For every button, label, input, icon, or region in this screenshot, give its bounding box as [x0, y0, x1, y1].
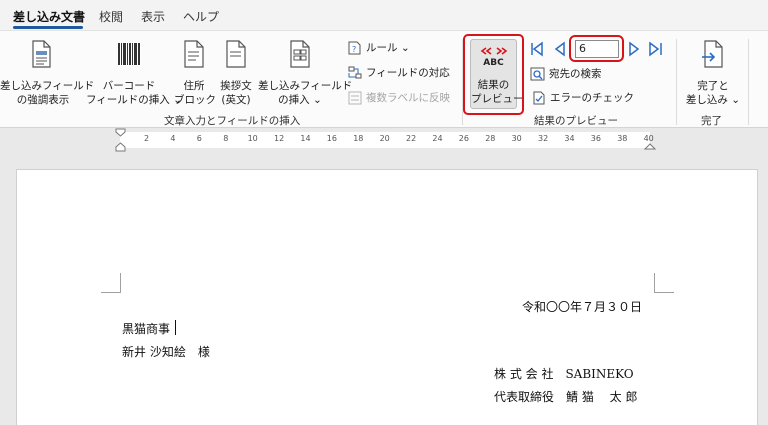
margin-corner-top-right	[654, 273, 674, 293]
ruler-number: 26	[458, 134, 469, 143]
document-page[interactable]: 令和〇〇年７月３０日 黒猫商事 新井 沙知絵 様 株 式 会 社 SABINEK…	[16, 169, 758, 425]
highlight-merge-fields-button[interactable]: 差し込みフィールド の強調表示	[0, 37, 95, 109]
previous-record-icon[interactable]	[553, 41, 567, 57]
finish-merge-icon	[702, 40, 723, 68]
rules-label: ルール ⌄	[366, 42, 410, 54]
greeting-line-label-1: 挨拶文	[220, 80, 252, 92]
next-record-icon[interactable]	[627, 41, 641, 57]
insert-merge-field-label-1: 差し込みフィールド	[258, 80, 353, 92]
address-block-button[interactable]: 住所 ブロック	[174, 37, 216, 109]
letter-date: 令和〇〇年７月３０日	[522, 300, 643, 314]
last-record-icon[interactable]	[648, 41, 664, 57]
tab-review[interactable]: 校閲	[99, 8, 123, 25]
check-errors-icon	[533, 91, 545, 105]
match-fields-icon	[348, 66, 362, 79]
margin-corner-top-left	[101, 273, 121, 293]
match-fields-button[interactable]: フィールドの対応	[348, 65, 458, 83]
update-labels-label: 複数ラベルに反映	[366, 92, 450, 104]
check-errors-label: エラーのチェック	[550, 92, 634, 104]
recipient-name-field: 新井 沙知絵 様	[122, 345, 210, 359]
insert-barcode-field-button[interactable]: バーコード フィールドの挿入 ⌄	[86, 37, 182, 109]
rules-icon: ?	[348, 41, 361, 55]
preview-highlight-outline	[463, 34, 524, 115]
indent-marker-icon[interactable]	[115, 128, 127, 152]
ribbon-tab-bar: 差し込み文書 校閲 表示 ヘルプ	[0, 0, 768, 30]
address-block-icon	[184, 40, 204, 68]
greeting-line-label-2: (英文)	[221, 94, 251, 106]
insert-merge-field-button[interactable]: 差し込みフィールド の挿入 ⌄	[258, 37, 353, 109]
find-recipient-label: 宛先の検索	[549, 68, 602, 80]
group-label-finish: 完了	[701, 115, 722, 127]
tab-view[interactable]: 表示	[141, 8, 165, 25]
insert-merge-field-label-2: の挿入 ⌄	[278, 94, 322, 106]
greeting-line-button[interactable]: 挨拶文 (英文)	[216, 37, 256, 109]
ruler-number: 14	[300, 134, 311, 143]
ruler-number: 30	[511, 134, 522, 143]
sender-name: 代表取締役 鯖 猫 太 郎	[494, 390, 638, 404]
finish-merge-label-1: 完了と	[697, 80, 729, 92]
group-label-preview: 結果のプレビュー	[534, 115, 618, 127]
group-separator	[748, 39, 749, 125]
group-separator	[676, 39, 677, 125]
update-labels-button: 複数ラベルに反映	[348, 90, 458, 108]
tab-help[interactable]: ヘルプ	[183, 8, 219, 25]
ruler-number: 40	[643, 134, 654, 143]
address-block-label-2: ブロック	[174, 94, 216, 106]
highlight-fields-icon	[32, 40, 51, 68]
sender-company: 株 式 会 社 SABINEKO	[494, 367, 634, 381]
ruler-number: 6	[196, 134, 202, 143]
ruler-number: 16	[326, 134, 337, 143]
find-recipient-icon	[530, 67, 545, 81]
barcode-label-1: バーコード	[102, 80, 156, 92]
ruler-number: 12	[274, 134, 285, 143]
record-highlight-outline	[569, 35, 624, 62]
ruler-number: 34	[564, 134, 575, 143]
finish-merge-label-2: 差し込み ⌄	[685, 94, 741, 106]
ruler-number: 32	[538, 134, 549, 143]
tab-mailings[interactable]: 差し込み文書	[13, 8, 85, 25]
text-cursor	[175, 320, 176, 335]
match-fields-label: フィールドの対応	[366, 67, 450, 79]
barcode-icon	[117, 42, 141, 66]
find-recipient-button[interactable]: 宛先の検索	[530, 66, 640, 84]
address-block-label-1: 住所	[183, 80, 205, 92]
ruler-number: 24	[432, 134, 443, 143]
group-label-write-insert: 文章入力とフィールドの挿入	[164, 115, 301, 127]
ruler-number: 2	[144, 134, 150, 143]
ruler-number: 8	[223, 134, 229, 143]
svg-text:?: ?	[352, 45, 356, 54]
ruler-number: 38	[617, 134, 628, 143]
insert-merge-field-icon	[290, 40, 310, 68]
recipient-company-field: 黒猫商事	[122, 322, 171, 336]
horizontal-ruler[interactable]: 2 4 6 8 10 12 14 16 18 20 22 24 26 28 30 32 34 36 38 40	[0, 128, 768, 152]
ruler-number: 22	[406, 134, 417, 143]
first-record-icon[interactable]	[530, 41, 544, 57]
finish-merge-button[interactable]: 完了と 差し込み ⌄	[680, 37, 746, 109]
ruler-number: 10	[247, 134, 258, 143]
ruler-number: 18	[353, 134, 364, 143]
active-tab-indicator	[13, 26, 83, 29]
ruler-number: 20	[379, 134, 390, 143]
greeting-line-icon	[226, 40, 246, 68]
ruler-number: 28	[485, 134, 496, 143]
ruler-number: 4	[170, 134, 176, 143]
highlight-fields-label-1: 差し込みフィールド	[0, 80, 95, 92]
ribbon: 差し込みフィールド の強調表示 バーコード フィールドの挿入 ⌄ 住所 ブロック	[0, 30, 768, 128]
highlight-fields-label-2: の強調表示	[16, 94, 70, 106]
check-errors-button[interactable]: エラーのチェック	[532, 90, 642, 108]
barcode-label-2: フィールドの挿入 ⌄	[86, 94, 182, 106]
ruler-number: 36	[590, 134, 601, 143]
rules-button[interactable]: ? ルール ⌄	[348, 40, 458, 58]
update-labels-icon	[348, 91, 362, 105]
